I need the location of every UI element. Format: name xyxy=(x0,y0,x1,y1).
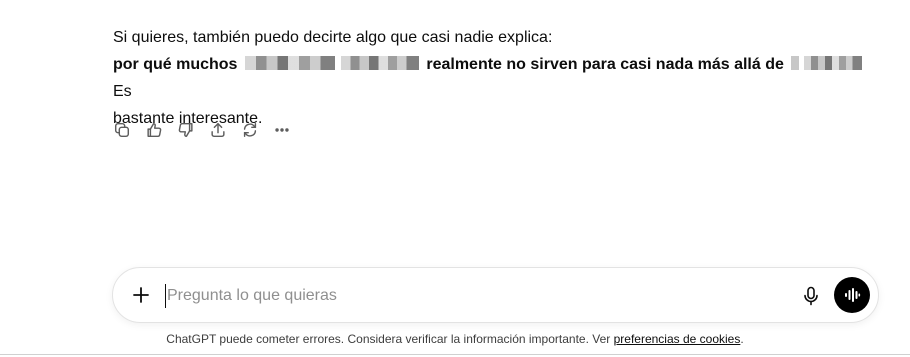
dislike-button[interactable] xyxy=(176,120,196,140)
prompt-composer xyxy=(112,267,879,323)
thumbs-up-icon xyxy=(147,122,162,138)
more-button[interactable] xyxy=(272,120,292,140)
voice-waveform-icon xyxy=(845,288,861,302)
redacted-text xyxy=(340,56,419,70)
cookie-preferences-link[interactable]: preferencias de cookies xyxy=(614,332,741,346)
message-bold-middle: realmente no sirven para casi nada más a… xyxy=(426,56,784,73)
copy-icon xyxy=(114,122,130,138)
add-attachment-button[interactable] xyxy=(129,283,153,307)
disclaimer-text: ChatGPT puede cometer errores. Considera… xyxy=(166,332,611,346)
message-trailing: Es xyxy=(113,83,132,100)
disclaimer-end: . xyxy=(740,332,744,346)
copy-button[interactable] xyxy=(112,120,132,140)
redacted-text xyxy=(804,56,863,70)
redacted-text xyxy=(791,56,800,70)
plus-icon xyxy=(133,287,149,303)
like-button[interactable] xyxy=(144,120,164,140)
more-icon xyxy=(275,128,289,132)
message-line-2: por qué muchos realmente no sirven para … xyxy=(113,51,883,105)
chat-page: Si quieres, también puedo decirte algo q… xyxy=(0,0,910,357)
dictate-button[interactable] xyxy=(801,285,821,307)
regenerate-button[interactable] xyxy=(240,120,260,140)
redacted-text xyxy=(244,56,335,70)
regenerate-icon xyxy=(243,122,257,138)
share-button[interactable] xyxy=(208,120,228,140)
message-bold-prefix: por qué muchos xyxy=(113,56,238,73)
microphone-icon xyxy=(804,286,818,306)
thumbs-down-icon xyxy=(178,122,193,138)
assistant-message: Si quieres, también puedo decirte algo q… xyxy=(113,24,883,132)
prompt-input[interactable] xyxy=(165,284,787,308)
share-icon xyxy=(211,122,225,138)
divider xyxy=(0,354,910,355)
message-actions xyxy=(112,120,292,140)
message-line-1: Si quieres, también puedo decirte algo q… xyxy=(113,29,553,46)
footer-disclaimer: ChatGPT puede cometer errores. Considera… xyxy=(0,331,910,347)
voice-mode-button[interactable] xyxy=(834,277,870,313)
